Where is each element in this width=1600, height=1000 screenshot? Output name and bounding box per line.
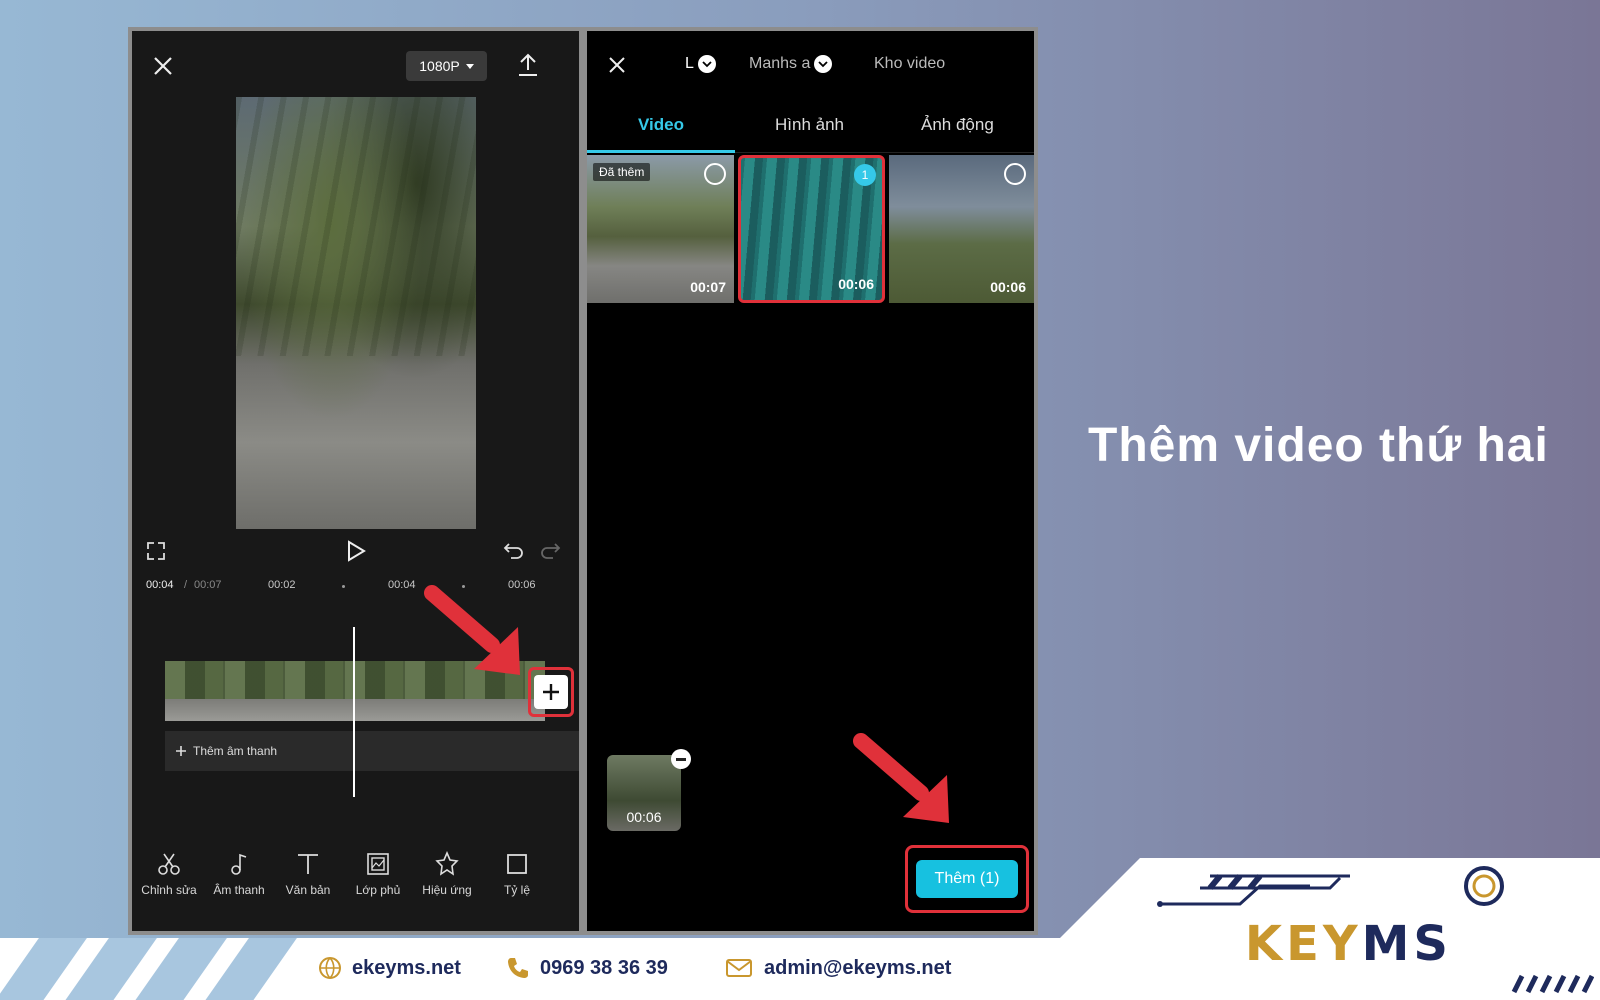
selected-clip-preview[interactable]: 00:06	[607, 755, 681, 831]
video-thumbnail-selected[interactable]: 1 00:06	[738, 155, 885, 303]
ruler-dot	[342, 585, 345, 588]
tab-images[interactable]: Hình ảnh	[775, 115, 844, 135]
editor-panel: 1080P 00:04 / 00:07 00:02 00:04 00:06 Th…	[132, 31, 579, 931]
music-note-icon	[231, 853, 247, 875]
caret-down-icon	[465, 63, 474, 69]
red-arrow-icon	[853, 733, 949, 823]
brand-logo: KEYMS	[1245, 916, 1452, 972]
step-caption: Thêm video thứ hai	[1088, 419, 1549, 472]
video-thumbnail[interactable]: Đã thêm 00:07	[587, 155, 734, 303]
email-text: admin@ekeyms.net	[764, 956, 952, 979]
tool-label: Lớp phủ	[355, 883, 401, 897]
playhead[interactable]	[353, 627, 355, 797]
contact-phone[interactable]: 0969 38 36 39	[506, 956, 668, 980]
logo-key-text: KEY	[1244, 916, 1362, 972]
thumbnail-duration: 00:06	[838, 276, 874, 292]
scissors-icon	[158, 853, 180, 875]
editor-topbar: 1080P	[132, 31, 579, 97]
remove-clip-icon[interactable]	[671, 749, 691, 769]
resolution-label: 1080P	[419, 58, 460, 74]
editor-toolbar: Chỉnh sửa Âm thanh Văn bản Lớp phủ Hiệu …	[132, 851, 579, 921]
add-audio-button[interactable]: Thêm âm thanh	[165, 731, 579, 771]
media-type-tabs: Video Hình ảnh Ảnh động	[587, 97, 1034, 153]
source-label: Kho video	[874, 55, 946, 72]
phone-screens-frame: 1080P 00:04 / 00:07 00:02 00:04 00:06 Th…	[128, 27, 1038, 935]
export-icon[interactable]	[514, 51, 542, 79]
resolution-dropdown[interactable]: 1080P	[406, 51, 487, 81]
source-tab-stock[interactable]: Kho video	[874, 55, 945, 73]
red-arrow-icon	[424, 585, 520, 675]
add-clip-highlight	[528, 667, 574, 717]
video-thumbnail[interactable]: 00:06	[889, 155, 1034, 303]
tool-text[interactable]: Văn bản	[273, 851, 343, 897]
add-clip-button[interactable]	[534, 675, 568, 709]
chevron-down-icon	[697, 55, 716, 73]
source-tab-album[interactable]: Manhs a	[749, 55, 833, 73]
playback-controls	[132, 531, 579, 571]
tool-label: Hiệu ứng	[422, 883, 472, 897]
tool-audio[interactable]: Âm thanh	[204, 851, 274, 897]
select-circle[interactable]	[704, 163, 726, 185]
logo-stripes-icon	[1511, 974, 1594, 994]
add-button-highlight: Thêm (1)	[905, 845, 1029, 913]
contact-email[interactable]: admin@ekeyms.net	[724, 956, 951, 980]
source-tab-local[interactable]: L	[685, 55, 716, 73]
website-text: ekeyms.net	[352, 956, 461, 979]
select-circle[interactable]	[1004, 163, 1026, 185]
tool-edit[interactable]: Chỉnh sửa	[134, 851, 204, 897]
mail-icon	[726, 959, 752, 977]
contact-website[interactable]: ekeyms.net	[318, 956, 461, 980]
phone-icon	[508, 958, 528, 978]
tool-ratio[interactable]: Tỷ lệ	[482, 851, 552, 897]
source-label: L	[685, 55, 694, 72]
media-picker-panel: L Manhs a Kho video Video Hình ảnh Ảnh đ…	[587, 31, 1034, 931]
globe-icon	[319, 957, 341, 980]
tab-video[interactable]: Video	[638, 115, 684, 135]
overlay-icon	[367, 853, 389, 875]
decorative-stripes	[0, 938, 300, 1000]
close-icon[interactable]	[605, 53, 629, 77]
text-icon	[298, 854, 318, 874]
tool-label: Tỷ lệ	[503, 883, 530, 897]
tool-overlay[interactable]: Lớp phủ	[343, 851, 413, 897]
close-icon[interactable]	[150, 53, 176, 79]
ruler-tick: 00:02	[268, 579, 296, 591]
total-time: 00:07	[194, 579, 222, 591]
redo-icon[interactable]	[538, 539, 562, 563]
plus-icon	[176, 746, 186, 756]
chevron-down-icon	[814, 55, 833, 73]
picker-topbar: L Manhs a Kho video	[587, 31, 1034, 97]
active-tab-indicator	[587, 150, 735, 153]
tool-effects[interactable]: Hiệu ứng	[412, 851, 482, 897]
video-preview	[236, 97, 476, 529]
add-selected-button[interactable]: Thêm (1)	[916, 860, 1018, 898]
tool-label: Văn bản	[285, 883, 331, 897]
thumbnail-duration: 00:06	[990, 279, 1026, 295]
thumbnail-duration: 00:07	[690, 279, 726, 295]
selection-order-badge[interactable]: 1	[854, 164, 876, 186]
selected-clip-duration: 00:06	[626, 809, 662, 825]
add-audio-label: Thêm âm thanh	[193, 744, 278, 758]
tool-label: Âm thanh	[213, 883, 265, 897]
effects-icon	[435, 851, 459, 876]
play-icon[interactable]	[342, 537, 370, 565]
tool-label: Chỉnh sửa	[141, 883, 197, 897]
ruler-tick: 00:04	[388, 579, 416, 591]
phone-text: 0969 38 36 39	[540, 956, 668, 979]
current-time: 00:04	[146, 579, 174, 591]
plus-icon	[543, 684, 559, 700]
ratio-icon	[507, 854, 527, 874]
fullscreen-icon[interactable]	[144, 539, 168, 563]
logo-ms-text: MS	[1361, 916, 1452, 972]
undo-icon[interactable]	[502, 539, 526, 563]
tab-gifs[interactable]: Ảnh động	[921, 115, 994, 135]
source-label: Manhs a	[749, 55, 811, 72]
time-separator: /	[184, 579, 188, 591]
added-badge: Đã thêm	[593, 163, 651, 181]
